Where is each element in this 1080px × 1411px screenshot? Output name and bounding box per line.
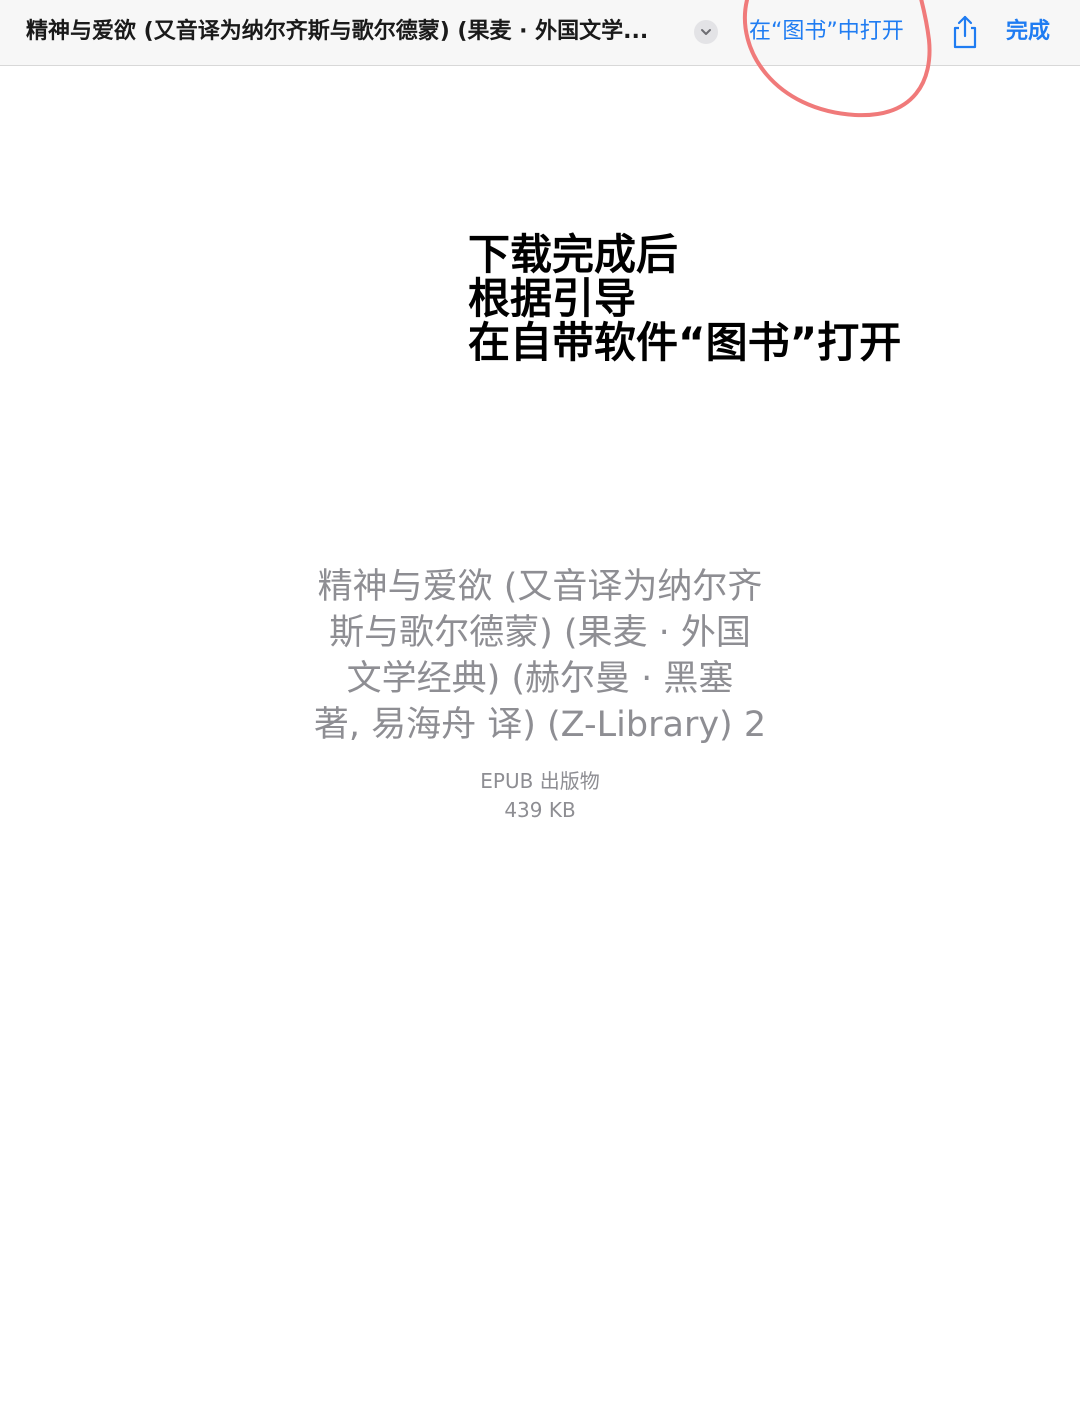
- instruction-line: 在自带软件“图书”打开: [468, 318, 902, 367]
- instruction-line: 根据引导: [468, 274, 637, 323]
- top-bar: 精神与爱欲 (又音译为纳尔齐斯与歌尔德蒙) (果麦 · 外国文学... 在“图书…: [0, 0, 1080, 66]
- share-icon: [953, 15, 977, 49]
- open-in-books-button[interactable]: 在“图书”中打开: [749, 17, 904, 47]
- file-name-line: 斯与歌尔德蒙) (果麦 · 外国: [329, 613, 751, 653]
- file-name: 精神与爱欲 (又音译为纳尔齐 斯与歌尔德蒙) (果麦 · 外国 文学经典) (赫…: [290, 564, 790, 748]
- file-name-line: 精神与爱欲 (又音译为纳尔齐: [317, 567, 763, 607]
- instruction-line: 下载完成后: [468, 230, 679, 279]
- file-name-line: 著, 易海舟 译) (Z-Library) 2: [313, 705, 767, 745]
- chevron-down-icon: [701, 29, 711, 35]
- file-preview: 精神与爱欲 (又音译为纳尔齐 斯与歌尔德蒙) (果麦 · 外国 文学经典) (赫…: [290, 564, 790, 824]
- title-menu-button[interactable]: [694, 20, 718, 44]
- instruction-annotation: 下载完成后 根据引导 在自带软件“图书”打开: [468, 233, 901, 365]
- file-size: 439 KB: [504, 798, 576, 822]
- share-button[interactable]: [949, 14, 981, 50]
- document-title: 精神与爱欲 (又音译为纳尔齐斯与歌尔德蒙) (果麦 · 外国文学...: [26, 19, 649, 44]
- done-button[interactable]: 完成: [1006, 17, 1050, 47]
- file-name-line: 文学经典) (赫尔曼 · 黑塞: [346, 659, 734, 699]
- file-type: EPUB 出版物: [480, 769, 600, 793]
